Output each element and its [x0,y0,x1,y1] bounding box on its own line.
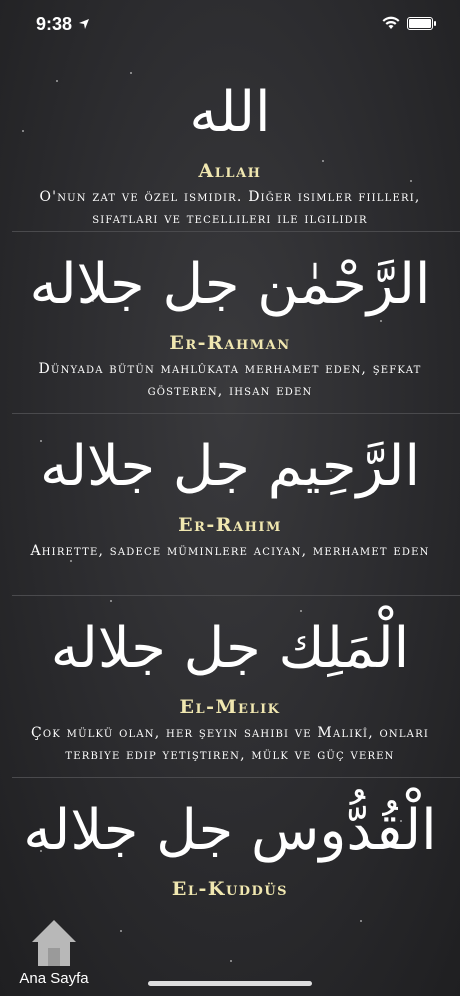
home-icon [30,918,78,972]
name-description: Ahırette, sadece mümınlere acıyan, merha… [30,543,430,559]
name-description: Dünyada bütün mahlûkata merhamet eden, ş… [38,361,422,399]
name-title: Er-Rahman [169,332,291,354]
arabic-calligraphy: الْمَلِك جل جلاله [50,616,410,681]
arabic-calligraphy: الْقُدُّوس جل جلاله [23,798,437,863]
battery-icon [407,17,436,30]
name-title: Allah [198,160,262,182]
name-title: El-Melık [179,696,281,718]
list-item[interactable]: الله Allah O'nun zat ve özel ısmıdır. Dı… [0,60,460,232]
name-title: El-Kuddüs [171,878,289,900]
list-item[interactable]: الرَّحْمٰن جل جلاله Er-Rahman Dünyada bü… [0,232,460,414]
home-indicator [148,981,312,986]
name-title: Er-Rahım [178,514,282,536]
home-label: Ana Sayfa [19,970,89,987]
list-item[interactable]: الْمَلِك جل جلاله El-Melık Çok mülkü ola… [0,596,460,778]
name-description: Çok mülkü olan, her şeyın sahıbı ve Malı… [31,725,429,763]
arabic-calligraphy: الرَّحِيم جل جلاله [39,434,421,499]
location-arrow-icon [78,17,90,35]
list-item[interactable]: الرَّحِيم جل جلاله Er-Rahım Ahırette, sa… [0,414,460,596]
arabic-calligraphy: الرَّحْمٰن جل جلاله [29,252,431,317]
names-list[interactable]: الله Allah O'nun zat ve özel ısmıdır. Dı… [0,60,460,960]
wifi-icon [381,16,401,35]
status-time: 9:38 [36,14,73,34]
status-bar: 9:38 [0,0,460,50]
home-button[interactable]: Ana Sayfa [14,918,94,990]
arabic-calligraphy: الله [189,80,271,145]
name-description: O'nun zat ve özel ısmıdır. Dıǧer ısımler… [39,189,421,227]
